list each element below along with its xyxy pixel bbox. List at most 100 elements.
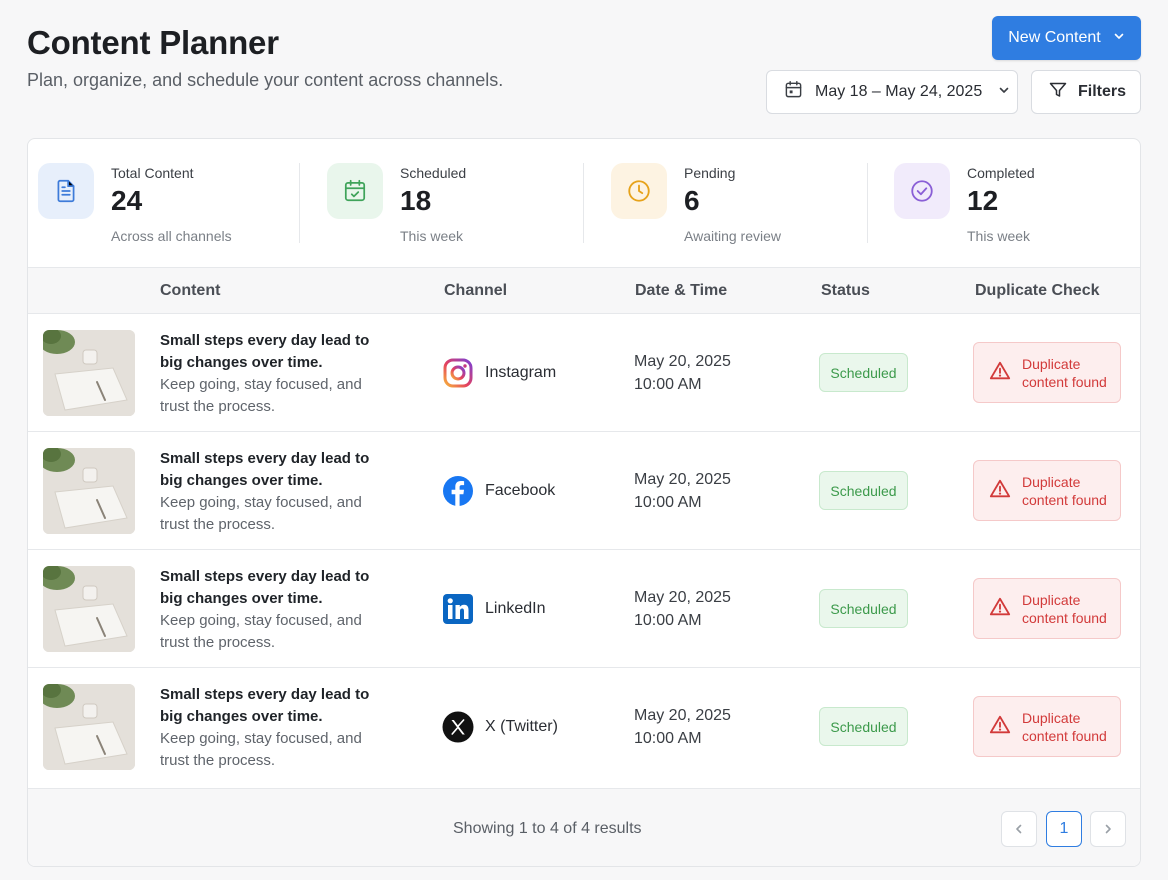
stat-value: 6: [684, 185, 700, 216]
warning-icon: [989, 596, 1011, 622]
stat-note: This week: [400, 228, 464, 244]
column-header-channel[interactable]: Channel: [444, 282, 507, 300]
duplicate-text: Duplicate: [1022, 473, 1081, 490]
post-body: Keep going, stay focused, and trust the …: [160, 612, 362, 651]
status-badge: Scheduled: [819, 707, 908, 746]
prev-page-button[interactable]: [1001, 811, 1037, 847]
column-header-status[interactable]: Status: [821, 282, 870, 300]
new-content-button[interactable]: New Content: [992, 16, 1141, 60]
duplicate-text: Duplicate: [1022, 709, 1081, 726]
chevron-down-icon: [1113, 29, 1125, 47]
date-time: May 20, 2025 10:00 AM: [634, 468, 731, 514]
column-header-date-time[interactable]: Date & Time: [635, 282, 727, 300]
date-range-label: May 18 – May 24, 2025: [815, 83, 983, 100]
divider: [867, 163, 868, 243]
post-body: Keep going, stay focused, and trust the …: [160, 494, 362, 533]
warning-icon: [989, 714, 1011, 740]
new-content-label: New Content: [1008, 29, 1101, 46]
page-number-button[interactable]: 1: [1046, 811, 1082, 847]
post-body: Keep going, stay focused, and trust the …: [160, 376, 362, 415]
table-row[interactable]: Small steps every day lead to big change…: [28, 550, 1140, 668]
table-row[interactable]: Small steps every day lead to big change…: [28, 314, 1140, 432]
post-title: Small steps every day lead to big change…: [160, 568, 370, 607]
warning-icon: [989, 360, 1011, 386]
channel-cell: Facebook: [442, 475, 555, 507]
date-time: May 20, 2025 10:00 AM: [634, 586, 731, 632]
stat-note: Awaiting review: [684, 228, 782, 244]
stat-label: Scheduled: [400, 165, 467, 181]
post-title: Small steps every day lead to big change…: [160, 450, 370, 489]
content-thumbnail: [43, 330, 135, 416]
content-card: Total Content 24 Across all channels Sch…: [27, 138, 1141, 867]
date-time: May 20, 2025 10:00 AM: [634, 350, 731, 396]
post-date: May 20, 2025: [634, 589, 731, 606]
status-badge: Scheduled: [819, 353, 908, 392]
channel-name: LinkedIn: [485, 600, 546, 617]
stat-note: This week: [967, 228, 1031, 244]
check-circle-icon: [894, 163, 950, 219]
content-thumbnail: [43, 566, 135, 652]
filters-button[interactable]: Filters: [1031, 70, 1141, 114]
stat-value: 12: [967, 185, 999, 216]
post-time: 10:00 AM: [634, 494, 702, 511]
post-body: Keep going, stay focused, and trust the …: [160, 730, 362, 769]
channel-name: X (Twitter): [485, 718, 558, 735]
filter-icon: [1048, 80, 1068, 105]
chevron-right-icon: [1105, 824, 1111, 834]
column-header-duplicate-check[interactable]: Duplicate Check: [975, 282, 1099, 300]
status-badge: Scheduled: [819, 471, 908, 510]
post-time: 10:00 AM: [634, 730, 702, 747]
channel-cell: X (Twitter): [442, 711, 558, 743]
duplicate-text: content found: [1022, 727, 1107, 744]
stats-row: Total Content 24 Across all channels Sch…: [28, 139, 1140, 267]
warning-icon: [989, 478, 1011, 504]
duplicate-text: Duplicate: [1022, 591, 1081, 608]
duplicate-text: Duplicate: [1022, 355, 1081, 372]
channel-cell: LinkedIn: [442, 593, 546, 625]
stat-label: Completed: [967, 165, 1035, 181]
duplicate-warning[interactable]: Duplicate content found: [973, 578, 1121, 639]
document-icon: [38, 163, 94, 219]
instagram-icon: [442, 357, 474, 389]
content-thumbnail: [43, 684, 135, 770]
table-header: Content Channel Date & Time Status Dupli…: [28, 267, 1140, 314]
next-page-button[interactable]: [1090, 811, 1126, 847]
duplicate-warning[interactable]: Duplicate content found: [973, 342, 1121, 403]
duplicate-text: content found: [1022, 373, 1107, 390]
page-title: Content Planner: [27, 24, 279, 61]
post-title: Small steps every day lead to big change…: [160, 686, 370, 725]
column-header-content[interactable]: Content: [160, 282, 220, 300]
post-date: May 20, 2025: [634, 471, 731, 488]
filters-label: Filters: [1078, 83, 1127, 100]
chevron-down-icon: [998, 83, 1010, 101]
table-row[interactable]: Small steps every day lead to big change…: [28, 668, 1140, 786]
duplicate-text: content found: [1022, 609, 1107, 626]
stat-label: Total Content: [111, 165, 194, 181]
linkedin-icon: [442, 593, 474, 625]
duplicate-warning[interactable]: Duplicate content found: [973, 696, 1121, 757]
post-time: 10:00 AM: [634, 612, 702, 629]
clock-icon: [611, 163, 667, 219]
channel-cell: Instagram: [442, 357, 556, 389]
post-time: 10:00 AM: [634, 376, 702, 393]
calendar-icon: [784, 80, 803, 104]
duplicate-warning[interactable]: Duplicate content found: [973, 460, 1121, 521]
divider: [583, 163, 584, 243]
divider: [299, 163, 300, 243]
table-row[interactable]: Small steps every day lead to big change…: [28, 432, 1140, 550]
date-range-button[interactable]: May 18 – May 24, 2025: [766, 70, 1018, 114]
stat-label: Pending: [684, 165, 736, 181]
stat-note: Across all channels: [111, 228, 232, 244]
stat-value: 24: [111, 185, 143, 216]
facebook-icon: [442, 475, 474, 507]
table-footer: Showing 1 to 4 of 4 results 1: [28, 788, 1140, 866]
page-subtitle: Plan, organize, and schedule your conten…: [27, 70, 504, 90]
duplicate-text: content found: [1022, 491, 1107, 508]
post-date: May 20, 2025: [634, 353, 731, 370]
channel-name: Instagram: [485, 364, 557, 381]
content-thumbnail: [43, 448, 135, 534]
status-badge: Scheduled: [819, 589, 908, 628]
stat-value: 18: [400, 185, 432, 216]
calendar-icon: [327, 163, 383, 219]
results-count: Showing 1 to 4 of 4 results: [453, 820, 642, 837]
